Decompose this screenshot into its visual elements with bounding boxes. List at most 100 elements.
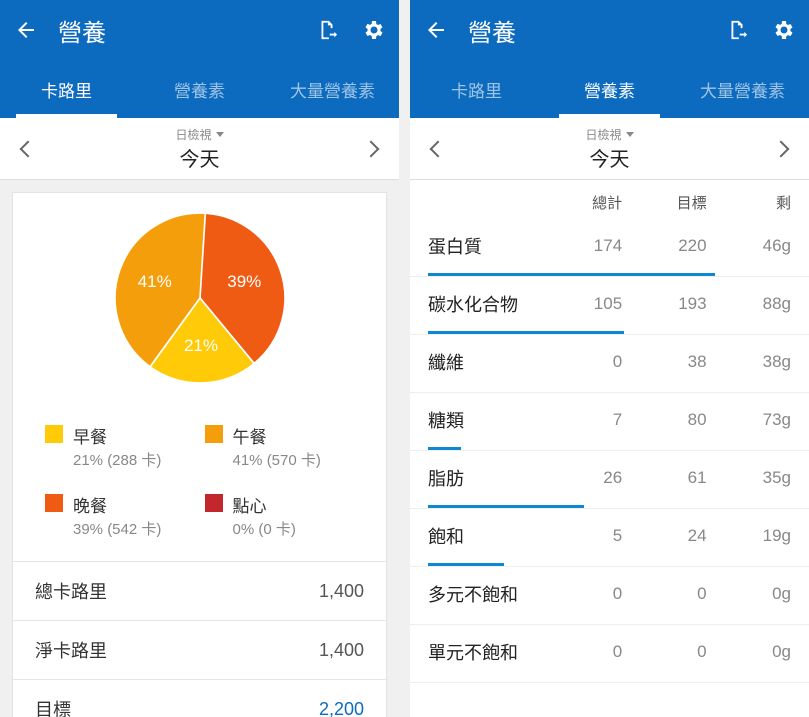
legend-detail: 21% (288 卡) [73,449,161,470]
date-prev-button[interactable] [410,143,466,155]
date-next-button[interactable] [343,143,399,155]
swatch-lunch [205,425,223,443]
nutrient-row-carbs[interactable]: 碳水化合物10519388g [410,277,809,335]
tab-calories[interactable]: 卡路里 [410,60,543,118]
nutrient-left: 73g [707,410,791,430]
export-button[interactable] [723,16,751,44]
date-value: 今天 [590,143,630,172]
tab-nutrients[interactable]: 營養素 [133,60,266,118]
legend-detail: 41% (570 卡) [233,449,321,470]
nutrient-total: 5 [538,526,622,546]
legend-breakfast: 早餐21% (288 卡) [45,423,195,470]
nutrient-total: 7 [538,410,622,430]
nutrient-goal: 220 [622,236,706,256]
date-prev-button[interactable] [0,143,56,155]
row-total-calories: 總卡路里1,400 [13,561,386,620]
progress-bar [428,447,791,450]
table-header: 總計 目標 剩 [410,180,809,219]
legend-detail: 0% (0 卡) [233,518,296,539]
pie-legend: 早餐21% (288 卡) 午餐41% (570 卡) 晚餐39% (542 卡… [13,413,386,561]
gear-icon [771,18,795,42]
date-mode-label: 日檢視 [585,126,621,143]
date-value: 今天 [180,143,220,172]
nutrient-row-fat[interactable]: 脂肪266135g [410,451,809,509]
nutrient-total: 0 [538,584,622,604]
legend-snacks: 點心0% (0 卡) [205,492,355,539]
date-selector[interactable]: 日檢視 今天 [466,126,753,172]
back-button[interactable] [12,16,40,44]
swatch-dinner [45,494,63,512]
chevron-right-icon [773,140,790,157]
row-net-calories: 淨卡路里1,400 [13,620,386,679]
file-export-icon [316,19,338,41]
nutrient-goal: 0 [622,584,706,604]
date-selector[interactable]: 日檢視 今天 [56,126,343,172]
legend-dinner: 晚餐39% (542 卡) [45,492,195,539]
progress-bar [428,621,791,624]
header-goal: 目標 [622,192,706,213]
settings-button[interactable] [359,16,387,44]
nutrient-name: 多元不飽和 [428,581,538,607]
dropdown-icon [626,132,634,137]
nutrient-total: 105 [538,294,622,314]
progress-bar [428,331,791,334]
nutrient-name: 碳水化合物 [428,291,538,317]
appbar: 營養 [0,0,399,60]
chevron-left-icon [20,140,37,157]
nutrient-row-sugar[interactable]: 糖類78073g [410,393,809,451]
nutrient-left: 35g [707,468,791,488]
nutrient-row-fiber[interactable]: 纖維03838g [410,335,809,393]
page-title: 營養 [468,13,705,48]
nutrient-name: 纖維 [428,349,538,375]
calorie-card: 39%21%41% 早餐21% (288 卡) 午餐41% (570 卡) 晚餐… [12,192,387,717]
legend-detail: 39% (542 卡) [73,518,161,539]
legend-name: 點心 [233,492,296,517]
nutrient-goal: 24 [622,526,706,546]
nutrient-total: 0 [538,642,622,662]
tab-macros[interactable]: 大量營養素 [266,60,399,118]
screen-nutrients: 營養 卡路里 營養素 大量營養素 日檢視 今天 總計 目標 剩 蛋白質17422… [410,0,809,717]
back-button[interactable] [422,16,450,44]
nutrient-table[interactable]: 總計 目標 剩 蛋白質17422046g碳水化合物10519388g纖維0383… [410,180,809,717]
nutrient-row-mono[interactable]: 單元不飽和000g [410,625,809,683]
legend-name: 晚餐 [73,492,161,517]
nutrient-total: 0 [538,352,622,372]
appbar: 營養 [410,0,809,60]
date-next-button[interactable] [753,143,809,155]
swatch-breakfast [45,425,63,443]
tab-calories[interactable]: 卡路里 [0,60,133,118]
nutrient-name: 蛋白質 [428,233,538,259]
dropdown-icon [216,132,224,137]
tab-macros[interactable]: 大量營養素 [676,60,809,118]
export-button[interactable] [313,16,341,44]
chevron-right-icon [363,140,380,157]
nutrient-name: 糖類 [428,407,538,433]
nutrient-name: 飽和 [428,523,538,549]
nutrient-goal: 61 [622,468,706,488]
header-total: 總計 [538,192,622,213]
nutrient-goal: 0 [622,642,706,662]
calorie-pie-chart: 39%21%41% [115,213,285,383]
gear-icon [361,18,385,42]
nutrient-goal: 193 [622,294,706,314]
content-area[interactable]: 39%21%41% 早餐21% (288 卡) 午餐41% (570 卡) 晚餐… [0,180,399,717]
settings-button[interactable] [769,16,797,44]
page-title: 營養 [58,13,295,48]
tab-nutrients[interactable]: 營養素 [543,60,676,118]
arrow-left-icon [14,18,38,42]
progress-bar [428,389,791,392]
progress-bar [428,273,791,276]
nutrient-row-sat[interactable]: 飽和52419g [410,509,809,567]
nutrient-total: 26 [538,468,622,488]
nutrient-left: 0g [707,584,791,604]
file-export-icon [726,19,748,41]
legend-name: 午餐 [233,423,321,448]
progress-bar [428,505,791,508]
tabs: 卡路里 營養素 大量營養素 [410,60,809,118]
legend-name: 早餐 [73,423,161,448]
nutrient-row-poly[interactable]: 多元不飽和000g [410,567,809,625]
nutrient-name: 脂肪 [428,465,538,491]
nutrient-goal: 80 [622,410,706,430]
nutrient-total: 174 [538,236,622,256]
nutrient-row-protein[interactable]: 蛋白質17422046g [410,219,809,277]
